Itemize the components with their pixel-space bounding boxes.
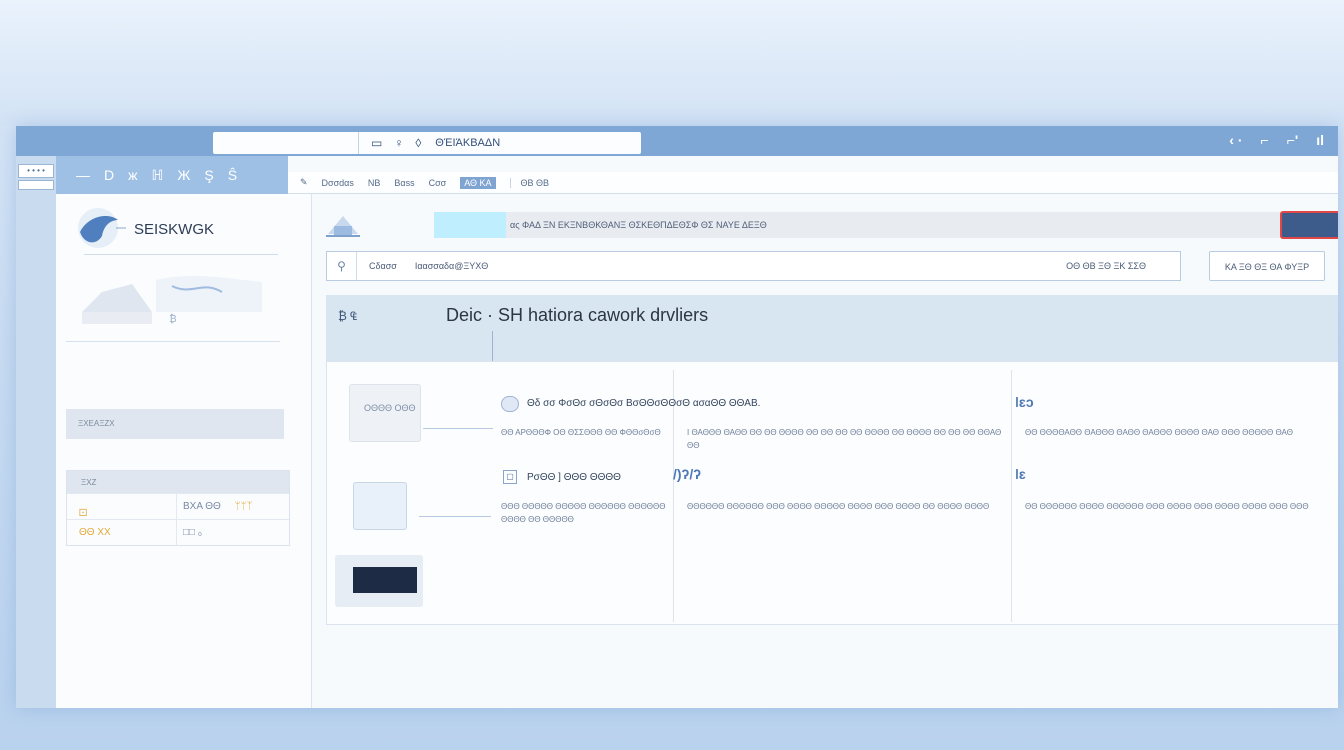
sidebar-placeholder: ₿ — [66, 294, 280, 342]
content-grid: ΟΘΘΘ ΟΘΘ Θδ σσ ΦσΘσ σΘσΘσ ΒσΘΘσΘΘσΘ ασαΘ… — [326, 361, 1338, 625]
address-input[interactable] — [213, 132, 359, 154]
table-row[interactable]: 🝕 ΒΧΑ ΘΘ ᛘᛘᛉ — [67, 493, 289, 519]
pin-icon[interactable]: ⚲ — [327, 252, 357, 280]
search-meta: ΟΘ ΘΒ ΞΘ ΞΚ ΣΣΘ — [1066, 261, 1146, 271]
search-input[interactable]: Ιαασσαδα@ΞΥΧΘ — [415, 261, 1066, 271]
thumbnail[interactable] — [353, 482, 407, 530]
breadcrumb-current[interactable]: ΑΘ ΚΑ — [460, 176, 496, 189]
search-action-button[interactable]: ΚΑ ΞΘ ΘΞ ΘΑ ΦΥΞΡ — [1209, 251, 1325, 281]
table-cell: ΒΧΑ ΘΘ — [183, 501, 221, 512]
divider — [84, 254, 278, 255]
search-label: Cδασσ — [369, 261, 397, 271]
home-icon[interactable] — [326, 210, 360, 238]
card-text: Ι ΘΑΘΘΘ ΘΑΘΘ ΘΘ ΘΘ ΘΘΘΘ ΘΘ ΘΘ ΘΘ ΘΘ ΘΘΘΘ… — [687, 428, 1002, 450]
card-title: Θδ σσ ΦσΘσ σΘσΘσ ΒσΘΘσΘΘσΘ ασαΘΘ ΘΘΑΒ. — [527, 398, 761, 409]
lock-icon[interactable]: ⌐ — [1261, 132, 1269, 148]
table-cell: ΘΘ ΧΧ — [67, 520, 177, 545]
thumbnail[interactable] — [335, 555, 423, 607]
toolbar: ας ΦΑΔ ΞΝ ΕΚΞΝΒΘΚΘΑΝΞ ΘΣΚΕΘΠΔΕΘΣΦ ΘΣ ΝΑΥ… — [326, 208, 1338, 239]
section-header: ₿ ₠ Deic · SH hatiora cawork drvliers — [326, 295, 1338, 451]
logo[interactable]: SEISKWGK — [74, 206, 214, 252]
sidebar: SEISKWGK ₿ ΞΧΕΑΞΖΧ ΞΧΖ 🝕 ΒΧΑ ΘΘ ᛘᛘᛉ ΘΘ Χ… — [56, 194, 312, 708]
share-icon[interactable]: ⌐' — [1287, 132, 1299, 148]
logo-icon — [78, 208, 126, 248]
nav-item-2[interactable]: ж — [128, 167, 137, 183]
thumbnail-image — [353, 567, 417, 593]
section-icons[interactable]: ₿ ₠ — [338, 309, 357, 323]
card-title: ΡσΘΘ ] ΘΘΘ ΘΘΘΘ — [527, 472, 621, 483]
table-cell: □□ ₀ — [183, 527, 203, 538]
sidebar-table: ΞΧΖ 🝕 ΒΧΑ ΘΘ ᛘᛘᛉ ΘΘ ΧΧ □□ ₀ — [66, 470, 290, 546]
sidebar-section-bar[interactable]: ΞΧΕΑΞΖΧ — [66, 409, 284, 439]
breadcrumb: ✎ Dσσdαs ΝΒ Bαss Cσσ ΑΘ ΚΑ ΘΒ ΘΒ — [288, 172, 1338, 194]
toggle-icon[interactable] — [501, 396, 519, 412]
edit-icon[interactable]: ✎ — [300, 177, 308, 188]
table-cell — [202, 520, 216, 545]
bars-icon[interactable]: ıl — [1316, 132, 1324, 148]
title-bar: ▭ ♀ ◊ ΘΈΙΆΚΒΑΔΝ ‹ · ⌐ ⌐' ıl — [16, 126, 1338, 156]
nav-item-0[interactable]: — — [76, 167, 90, 183]
app-window: ▭ ♀ ◊ ΘΈΙΆΚΒΑΔΝ ‹ · ⌐ ⌐' ıl • • • • — D … — [16, 126, 1338, 708]
card-text: ΘΘΘΘΘΘ ΘΘΘΘΘΘ ΘΘΘ ΘΘΘΘ ΘΘΘΘΘ ΘΘΘΘ ΘΘΘ ΘΘ… — [687, 502, 990, 511]
brace-icon[interactable]: ǀɛɔ — [1015, 394, 1034, 410]
connector-line — [423, 428, 493, 429]
breadcrumb-item[interactable]: Dσσdαs — [322, 178, 354, 188]
address-text: ΘΈΙΆΚΒΑΔΝ — [435, 137, 501, 149]
brace-icon[interactable]: ǀɛ — [1015, 466, 1026, 482]
top-nav: — D ж ℍ Ж Ş Ŝ — [56, 156, 288, 194]
card-text: ΘΘ ΘΘΘΘΘΘ ΘΘΘΘ ΘΘΘΘΘΘ ΘΘΘ ΘΘΘΘ ΘΘΘ ΘΘΘΘ … — [1025, 502, 1309, 511]
card-text: ΘΘ ΑΡΘΘΘΦ ΟΘ ΘΣΣΘΘΘ ΘΘ ΦΘΘσΘσΘ — [501, 428, 661, 437]
connector-line — [419, 516, 491, 517]
column-divider — [1011, 370, 1012, 622]
document-icon[interactable]: ▢ — [503, 470, 517, 484]
breadcrumb-item[interactable]: ΝΒ — [368, 178, 381, 188]
window-dots[interactable]: • • • • — [18, 164, 54, 178]
window-dots-secondary[interactable] — [18, 180, 54, 190]
window-icon[interactable]: ▭ — [371, 136, 382, 150]
nav-item-5[interactable]: Ş — [204, 167, 213, 183]
pin-icon[interactable]: ♀ — [394, 136, 403, 150]
breadcrumb-end[interactable]: ΘΒ ΘΒ — [509, 177, 549, 188]
card-text: ΘΘ ΘΘΘΘΑΘΘ ΘΑΘΘΘ ΘΑΘΘ ΘΑΘΘΘ ΘΘΘΘ ΘΑΘ ΘΘΘ… — [1025, 428, 1293, 437]
main-panel: ✎ Dσσdαs ΝΒ Bαss Cσσ ΑΘ ΚΑ ΘΒ ΘΒ ας ΦΑΔ … — [288, 172, 1338, 708]
nav-item-3[interactable]: ℍ — [152, 167, 164, 184]
breadcrumb-item[interactable]: Bαss — [394, 178, 414, 188]
bracket-icon[interactable]: /)ʔ/ʔ — [673, 466, 701, 482]
nav-item-4[interactable]: Ж — [177, 167, 190, 183]
table-cell: ᛘᛘᛉ — [234, 501, 253, 512]
banner-highlight — [434, 212, 506, 238]
nav-item-6[interactable]: Ŝ — [228, 167, 237, 183]
logo-text: SEISKWGK — [134, 220, 215, 238]
table-row[interactable]: ΘΘ ΧΧ □□ ₀ — [67, 519, 289, 545]
notice-banner: ας ΦΑΔ ΞΝ ΕΚΞΝΒΘΚΘΑΝΞ ΘΣΚΕΘΠΔΕΘΣΦ ΘΣ ΝΑΥ… — [434, 212, 1314, 238]
titlebar-controls: ‹ · ⌐ ⌐' ıl — [1229, 132, 1324, 148]
thumbnail[interactable]: ΟΘΘΘ ΟΘΘ — [349, 384, 421, 442]
table-cell: 🝕 — [67, 494, 177, 519]
card-text: ΘΘΘ ΘΘΘΘΘ ΘΘΘΘΘ ΘΘΘΘΘΘ ΘΘΘΘΘΘ ΘΘΘΘ ΘΘ ΘΘ… — [501, 502, 666, 524]
breadcrumb-item[interactable]: Cσσ — [429, 178, 447, 188]
desktop-backdrop — [0, 0, 1344, 125]
drop-icon[interactable]: ◊ — [415, 136, 421, 150]
sidebar-table-header: ΞΧΖ — [67, 471, 289, 493]
section-title: Deic · SH hatiora cawork drvliers — [446, 305, 709, 325]
address-bar[interactable]: ▭ ♀ ◊ ΘΈΙΆΚΒΑΔΝ — [213, 132, 641, 154]
primary-action-button[interactable] — [1280, 211, 1338, 239]
thumbnail-label: ΟΘΘΘ ΟΘΘ — [364, 403, 416, 413]
left-strip: • • • • — [16, 156, 56, 708]
search-bar[interactable]: ⚲ Cδασσ Ιαασσαδα@ΞΥΧΘ ΟΘ ΘΒ ΞΘ ΞΚ ΣΣΘ — [326, 251, 1181, 281]
back-icon[interactable]: ‹ · — [1229, 132, 1242, 148]
nav-item-1[interactable]: D — [104, 167, 114, 183]
